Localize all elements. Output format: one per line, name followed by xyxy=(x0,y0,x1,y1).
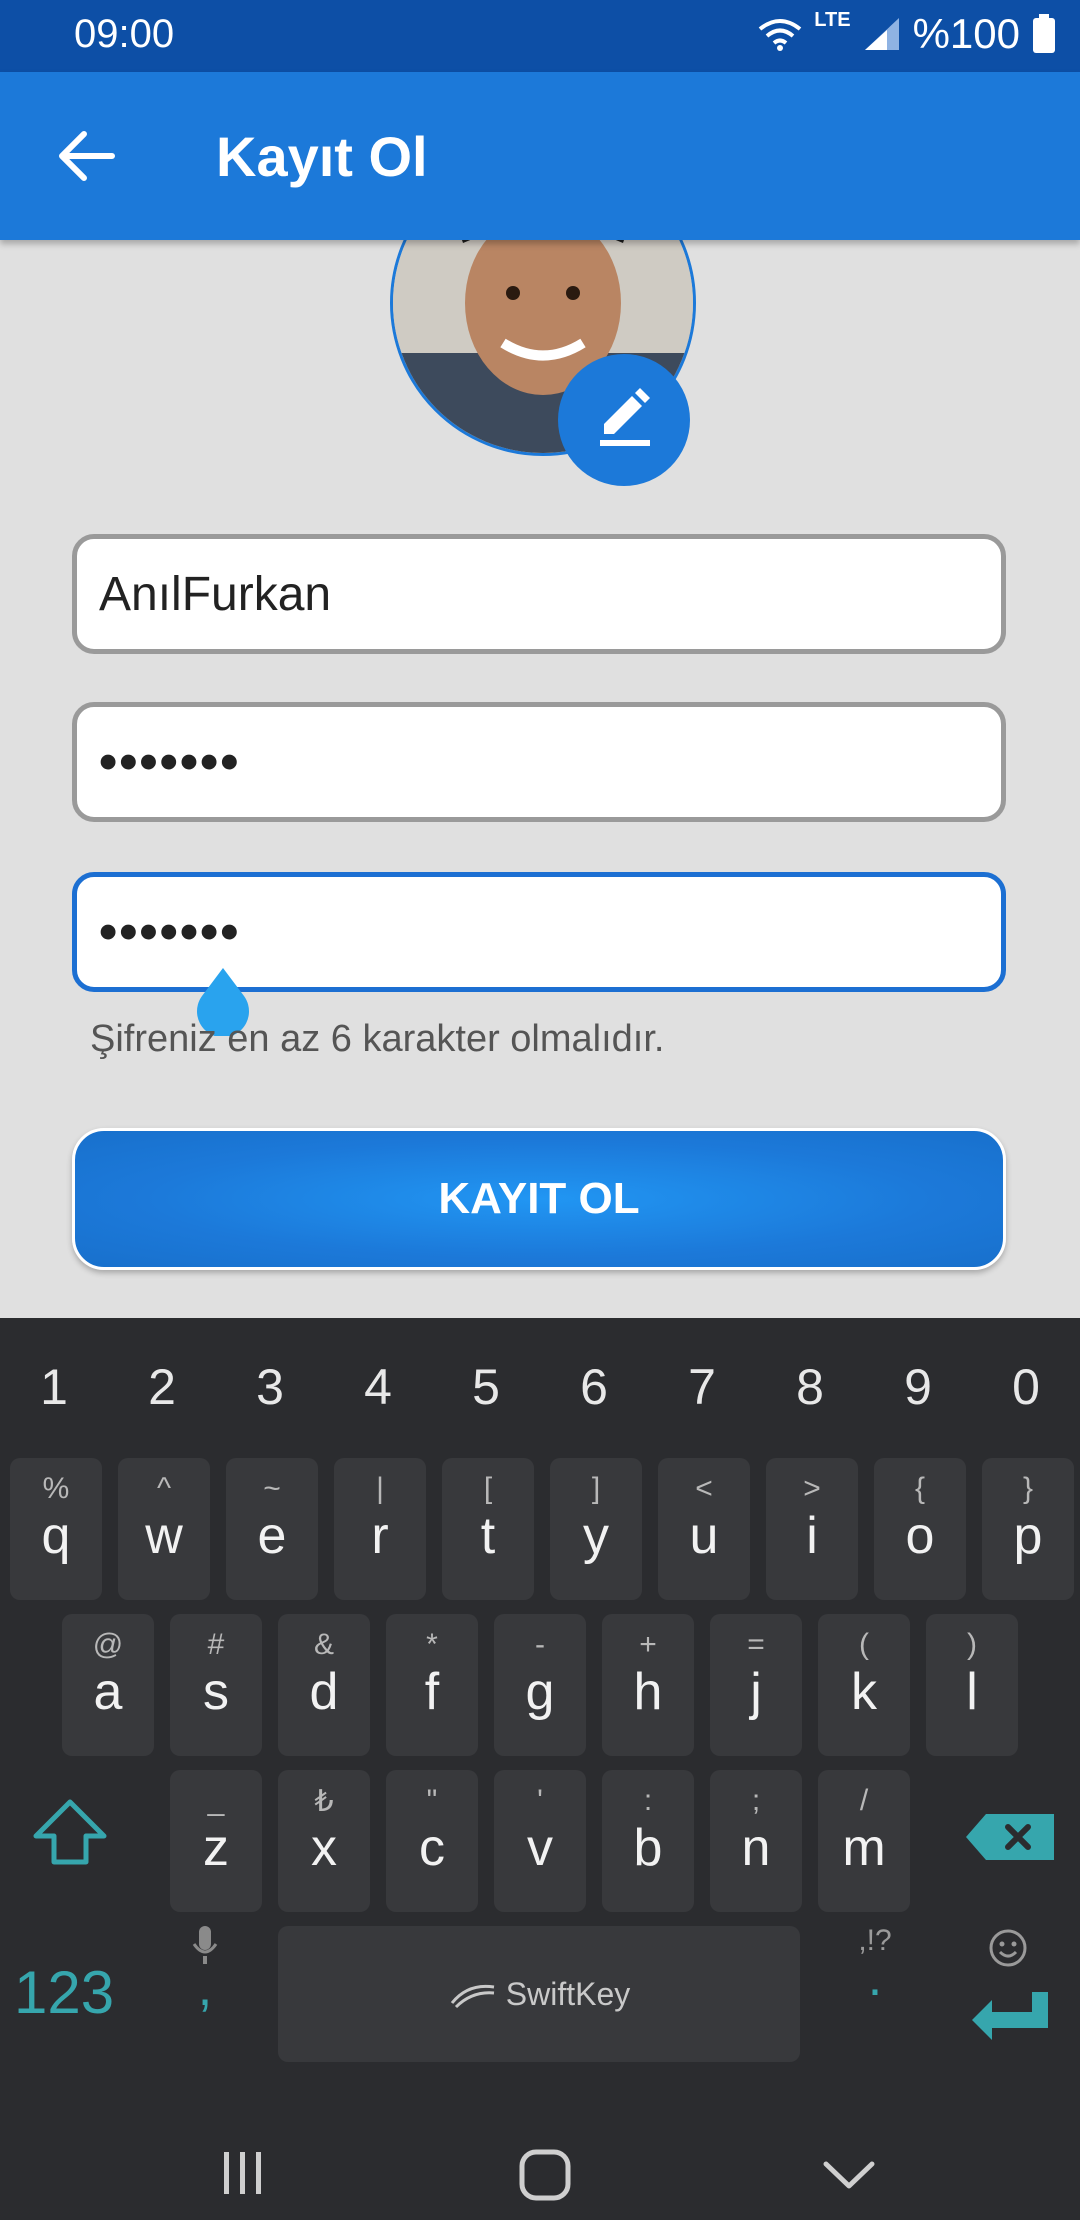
key-0[interactable]: 0 xyxy=(972,1358,1080,1416)
key-5[interactable]: 5 xyxy=(432,1358,540,1416)
navigation-bar xyxy=(0,2080,1080,2220)
key-6[interactable]: 6 xyxy=(540,1358,648,1416)
password-hint: Şifreniz en az 6 karakter olmalıdır. xyxy=(90,1018,665,1060)
status-bar: 09:00 LTE %100 xyxy=(0,0,1080,72)
key-i[interactable]: > i xyxy=(766,1458,858,1600)
key-q[interactable]: % q xyxy=(10,1458,102,1600)
shift-icon[interactable] xyxy=(30,1798,110,1868)
edit-photo-button[interactable] xyxy=(558,354,690,486)
space-bar[interactable]: SwiftKey xyxy=(278,1926,800,2062)
back-nav-icon[interactable] xyxy=(822,2156,876,2196)
key-y[interactable]: ] y xyxy=(550,1458,642,1600)
key-u[interactable]: < u xyxy=(658,1458,750,1600)
key-v[interactable]: ' v xyxy=(494,1770,586,1912)
key-g[interactable]: -g xyxy=(494,1614,586,1756)
symbols-key[interactable]: 123 xyxy=(14,1958,114,2027)
number-row: 1 2 3 4 5 6 7 8 9 0 xyxy=(0,1358,1080,1416)
key-j[interactable]: = j xyxy=(710,1614,802,1756)
key-p[interactable]: } p xyxy=(982,1458,1074,1600)
space-brand: SwiftKey xyxy=(505,1975,631,2012)
page-title: Kayıt Ol xyxy=(216,125,428,188)
key-n[interactable]: ; n xyxy=(710,1770,802,1912)
password-confirm-value: ••••••• xyxy=(99,903,241,961)
password-value: ••••••• xyxy=(99,733,241,791)
pencil-icon xyxy=(600,388,650,446)
username-value: AnılFurkan xyxy=(99,567,332,621)
enter-icon xyxy=(972,1992,1048,2040)
key-2[interactable]: 2 xyxy=(108,1358,216,1416)
key-h[interactable]: + h xyxy=(602,1614,694,1756)
period-key[interactable]: ,!? . xyxy=(840,1924,910,2044)
username-field[interactable]: AnılFurkan xyxy=(72,534,1006,654)
comma-key[interactable]: , xyxy=(176,1924,234,2044)
battery-icon xyxy=(1033,14,1055,53)
signal-icon xyxy=(864,18,899,50)
backspace-icon[interactable] xyxy=(964,1812,1056,1862)
status-icons: LTE %100 xyxy=(758,8,1056,58)
key-d[interactable]: & d xyxy=(278,1614,370,1756)
key-b[interactable]: :b xyxy=(602,1770,694,1912)
network-type: LTE xyxy=(814,8,851,31)
register-button[interactable]: KAYIT OL xyxy=(72,1128,1006,1270)
comma-label: , xyxy=(197,1959,213,2017)
status-time: 09:00 xyxy=(74,12,175,56)
key-8[interactable]: 8 xyxy=(756,1358,864,1416)
key-k[interactable]: (k xyxy=(818,1614,910,1756)
emoji-icon xyxy=(989,1929,1027,1967)
key-7[interactable]: 7 xyxy=(648,1358,756,1416)
key-w[interactable]: ^ w xyxy=(118,1458,210,1600)
recent-apps-icon[interactable] xyxy=(218,2148,268,2198)
period-label: . xyxy=(867,1949,883,2007)
key-1[interactable]: 1 xyxy=(0,1358,108,1416)
key-t[interactable]: [t xyxy=(442,1458,534,1600)
key-3[interactable]: 3 xyxy=(216,1358,324,1416)
enter-key[interactable] xyxy=(960,1928,1070,2048)
key-f[interactable]: * f xyxy=(386,1614,478,1756)
key-e[interactable]: ~ e xyxy=(226,1458,318,1600)
home-icon[interactable] xyxy=(518,2148,572,2202)
key-r[interactable]: | r xyxy=(334,1458,426,1600)
password-field[interactable]: ••••••• xyxy=(72,702,1006,822)
key-z[interactable]: _ z xyxy=(170,1770,262,1912)
key-s[interactable]: # s xyxy=(170,1614,262,1756)
key-l[interactable]: ) l xyxy=(926,1614,1018,1756)
app-bar: Kayıt Ol xyxy=(0,72,1080,240)
key-x[interactable]: ₺ x xyxy=(278,1770,370,1912)
wifi-icon xyxy=(759,19,802,51)
key-o[interactable]: {o xyxy=(874,1458,966,1600)
key-m[interactable]: / m xyxy=(818,1770,910,1912)
swiftkey-logo-icon xyxy=(450,1984,494,2009)
back-arrow-icon[interactable] xyxy=(52,122,120,190)
key-c[interactable]: " c xyxy=(386,1770,478,1912)
key-a[interactable]: @ a xyxy=(62,1614,154,1756)
battery-percent: %100 xyxy=(912,10,1020,57)
key-9[interactable]: 9 xyxy=(864,1358,972,1416)
key-4[interactable]: 4 xyxy=(324,1358,432,1416)
